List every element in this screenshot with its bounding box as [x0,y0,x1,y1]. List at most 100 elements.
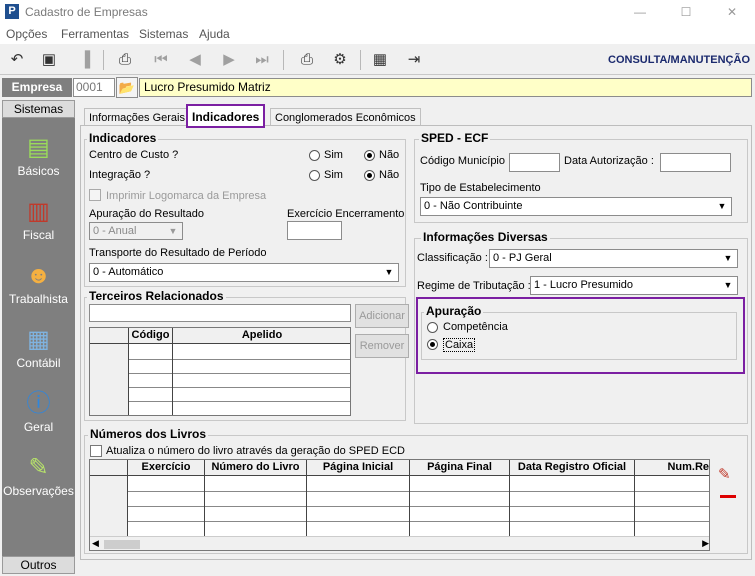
exit-icon[interactable]: ⇥ [403,49,425,71]
calculator-icon[interactable]: ▦ [369,49,391,71]
scroll-left-icon[interactable]: ◀ [92,538,99,549]
tab-conglomerados[interactable]: Conglomerados Econômicos [270,108,421,126]
open-folder-icon[interactable]: 📂 [116,77,138,98]
transporte-select[interactable]: 0 - Automático ▼ [89,263,399,282]
livros-grid[interactable]: Exercício Número do Livro Página Inicial… [89,459,710,551]
centro-custo-nao-radio[interactable] [364,150,375,161]
col-num-re[interactable]: Num.Re [635,460,709,476]
sidebar-header[interactable]: Sistemas [2,100,75,118]
window-title: Cadastro de Empresas [25,5,148,19]
empresa-label: Empresa [2,78,72,97]
previous-record-icon[interactable]: ◀ [184,49,206,71]
print-icon[interactable]: ⎙ [296,49,318,71]
atualiza-livro-checkbox[interactable] [90,445,102,457]
caixa-label: Caixa [443,338,476,352]
undo-icon[interactable]: ↶ [6,49,28,71]
worker-icon: ☻ [25,262,52,289]
tools-icon[interactable]: ⚙ [329,49,351,71]
toolbar: ↶ ▣ ▐ ⎙ ⏮ ◀ ▶ ⏭ ⎙ ⚙ ▦ ⇥ CONSULTA/MANUTEN… [0,45,755,75]
sidebar-item-geral[interactable]: ⓘ Geral [2,388,75,434]
sidebar-item-trabalhista[interactable]: ☻ Trabalhista [2,260,75,306]
menu-opcoes[interactable]: Opções [6,27,47,41]
menu-bar: Opções Ferramentas Sistemas Ajuda [0,24,755,44]
document-icon[interactable]: ▐ [74,49,96,71]
caixa-radio[interactable] [427,339,438,350]
col-numero-livro[interactable]: Número do Livro [205,460,307,476]
sidebar: Sistemas ▤ Básicos ▥ Fiscal ☻ Trabalhist… [2,100,75,574]
indicadores-title: Indicadores [87,131,159,145]
scroll-right-icon[interactable]: ▶ [702,538,709,549]
last-record-icon[interactable]: ⏭ [251,49,273,71]
data-autorizacao-input[interactable] [660,153,731,172]
integracao-sim-label: Sim [324,169,343,181]
chevron-down-icon: ▼ [168,226,178,236]
chevron-down-icon: ▼ [723,280,733,290]
codigo-municipio-input[interactable] [509,153,560,172]
horizontal-scrollbar[interactable]: ◀ ▶ [90,536,709,550]
col-pagina-inicial[interactable]: Página Inicial [307,460,410,476]
col-codigo[interactable]: Código [129,328,173,344]
chevron-down-icon: ▼ [717,201,727,211]
atualiza-livro-label: Atualiza o número do livro através da ge… [106,445,405,457]
terceiros-search-input[interactable] [89,304,351,322]
adicionar-button[interactable]: Adicionar [355,304,409,328]
close-button[interactable]: ✕ [709,0,755,24]
sidebar-item-fiscal[interactable]: ▥ Fiscal [2,196,75,242]
terceiros-title: Terceiros Relacionados [87,289,226,303]
data-autorizacao-label: Data Autorização : [564,155,654,167]
sidebar-item-contabil[interactable]: ▦ Contábil [2,324,75,370]
integracao-nao-label: Não [379,169,400,181]
minimize-button[interactable]: — [617,0,663,24]
competencia-radio[interactable] [427,322,438,333]
edit-pencil-icon[interactable]: ✎ [718,465,731,483]
terceiros-grid[interactable]: Código Apelido [89,327,351,416]
info-icon: ⓘ [26,390,51,417]
apuracao-title: Apuração [424,304,484,318]
integracao-sim-radio[interactable] [309,170,320,181]
integracao-nao-radio[interactable] [364,170,375,181]
notepad-icon: ✎ [28,454,49,481]
col-pagina-final[interactable]: Página Final [410,460,510,476]
maximize-button[interactable]: ☐ [663,0,709,24]
chevron-down-icon: ▼ [384,267,394,277]
apuracao-resultado-label: Apuração do Resultado [89,208,204,220]
tab-informacoes-gerais[interactable]: Informações Gerais [84,108,190,126]
next-record-icon[interactable]: ▶ [218,49,240,71]
book-icon: ▥ [27,198,50,225]
menu-sistemas[interactable]: Sistemas [139,27,188,41]
preview-icon[interactable]: ⎙ [114,49,136,71]
imprimir-logo-checkbox[interactable] [89,189,101,201]
remove-row-icon[interactable] [720,495,736,498]
menu-ajuda[interactable]: Ajuda [199,27,230,41]
app-icon: P [5,4,19,19]
regime-label: Regime de Tributação : [417,280,531,292]
exercicio-encerramento-label: Exercício Encerramento [287,208,405,220]
codigo-municipio-label: Código Município : [420,155,512,167]
tipo-estabelecimento-select[interactable]: 0 - Não Contribuinte ▼ [420,197,732,216]
col-data-registro[interactable]: Data Registro Oficial [510,460,635,476]
exercicio-encerramento-input[interactable] [287,221,342,240]
empresa-code-field[interactable]: 0001 [73,78,115,97]
centro-custo-sim-radio[interactable] [309,150,320,161]
regime-select[interactable]: 1 - Lucro Presumido ▼ [530,276,738,295]
classificacao-select[interactable]: 0 - PJ Geral ▼ [489,249,738,268]
mode-label: CONSULTA/MANUTENÇÃO [608,54,750,66]
empresa-name-field[interactable]: Lucro Presumido Matriz [139,78,752,97]
calculator-icon: ▦ [27,326,50,353]
integracao-label: Integração ? [89,169,151,181]
chevron-down-icon: ▼ [723,253,733,263]
remover-button[interactable]: Remover [355,334,409,358]
scroll-thumb[interactable] [104,540,140,549]
col-apelido[interactable]: Apelido [173,328,350,344]
apuracao-group [421,312,737,360]
first-record-icon[interactable]: ⏮ [150,49,172,71]
tab-indicadores[interactable]: Indicadores [186,104,266,128]
col-exercicio[interactable]: Exercício [128,460,205,476]
sidebar-item-observacoes[interactable]: ✎ Observações [2,452,75,498]
sidebar-footer[interactable]: Outros [2,556,75,574]
competencia-label: Competência [443,321,508,333]
save-icon[interactable]: ▣ [38,49,60,71]
sidebar-item-basicos[interactable]: ▤ Básicos [2,132,75,178]
apuracao-resultado-select[interactable]: 0 - Anual ▼ [89,222,183,240]
menu-ferramentas[interactable]: Ferramentas [61,27,129,41]
